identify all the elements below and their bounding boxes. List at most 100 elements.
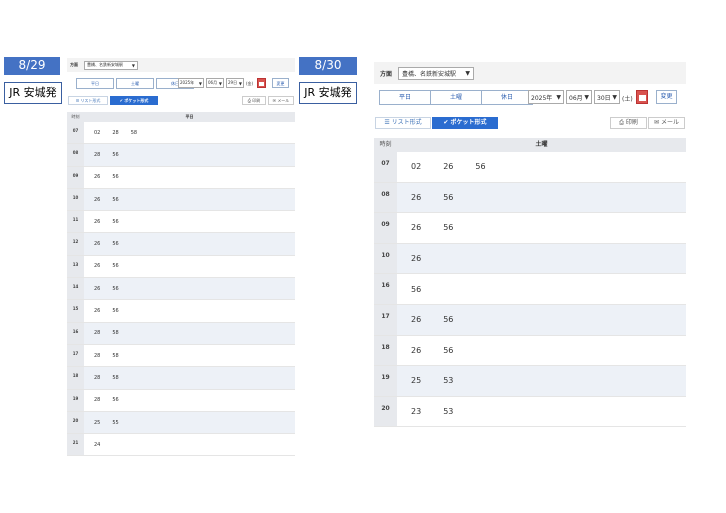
hour-cell: 08 — [67, 144, 84, 166]
year-select[interactable]: 2025年 ▼ — [178, 78, 204, 88]
day-select[interactable]: 29日 ▼ — [226, 78, 244, 88]
departure-minute: 26 — [94, 263, 101, 270]
direction-select[interactable]: 豊橋、名鉄新安城駅 ▼ — [398, 66, 475, 80]
month-select[interactable]: 06月 ▼ — [206, 78, 224, 88]
list-tab-label: リスト形式 — [391, 119, 422, 126]
direction-select[interactable]: 豊橋、名鉄新安城駅 ▼ — [84, 60, 138, 70]
table-row: 16 28 58 — [67, 322, 295, 345]
mail-button[interactable]: ✉ メール — [648, 117, 685, 129]
departure-minute: 25 — [94, 419, 101, 426]
direction-row: 方面 豊橋、名鉄新安城駅 ▼ — [374, 62, 686, 84]
weekday-button[interactable]: 平日 — [379, 90, 431, 105]
departure-minute: 58 — [112, 352, 119, 359]
hour-cell: 20 — [374, 396, 397, 427]
hour-cell: 14 — [67, 278, 84, 300]
minutes-cell: 24 — [84, 434, 100, 455]
calendar-icon[interactable] — [636, 90, 648, 104]
hour-cell: 21 — [67, 434, 84, 456]
minutes-cell: 02 28 58 — [84, 122, 137, 143]
table-row: 19 28 56 — [67, 389, 295, 412]
table-row: 09 26 56 — [374, 213, 686, 244]
caret-down-icon: ▼ — [218, 80, 222, 86]
mail-icon: ✉ — [272, 98, 277, 103]
month-value: 06月 — [208, 80, 218, 85]
hour-cell: 18 — [374, 335, 397, 366]
list-format-tab[interactable]: ☰ リスト形式 — [68, 96, 108, 105]
station-label-left: JR 安城発 — [4, 82, 62, 104]
caret-down-icon: ▼ — [198, 80, 202, 86]
table-row: 20 25 55 — [67, 411, 295, 435]
table-row: 10 26 56 — [67, 188, 295, 212]
minutes-cell: 26 56 — [84, 300, 119, 321]
timetable-panel-left: 方面 豊橋、名鉄新安城駅 ▼ 平日 土曜 休日 2025年 ▼ 06月 ▼ 29日 ▼… — [67, 58, 295, 458]
mail-icon: ✉ — [654, 119, 660, 126]
weekday-button[interactable]: 平日 — [76, 78, 114, 89]
departure-minute: 56 — [443, 223, 454, 233]
change-button[interactable]: 変更 — [272, 78, 289, 88]
timetable-body: 07 02 28 58 08 28 56 09 26 56 10 26 56 11 26 56 12 26 56 13… — [67, 122, 295, 457]
direction-value: 豊橋、名鉄新安城駅 — [87, 62, 123, 67]
minutes-cell: 26 56 — [84, 167, 119, 188]
pocket-format-tab[interactable]: ✔ ポケット形式 — [110, 96, 158, 105]
minutes-cell: 26 56 — [397, 305, 453, 335]
weekday-text: (金) — [246, 81, 254, 86]
table-row: 11 26 56 — [67, 211, 295, 234]
table-row: 09 26 56 — [67, 166, 295, 189]
caret-down-icon: ▼ — [612, 93, 617, 101]
hour-cell: 10 — [67, 188, 84, 211]
table-row: 07 02 26 56 — [374, 152, 686, 183]
print-button[interactable]: ⎙ 印刷 — [242, 96, 266, 105]
departure-minute: 56 — [112, 196, 119, 203]
calendar-icon[interactable] — [257, 78, 266, 88]
table-row: 08 28 56 — [67, 144, 295, 167]
saturday-button[interactable]: 土曜 — [116, 78, 154, 89]
hour-cell: 20 — [67, 411, 84, 434]
saturday-button[interactable]: 土曜 — [430, 90, 482, 105]
departure-minute: 02 — [411, 162, 422, 172]
departure-minute: 02 — [94, 129, 101, 136]
departure-minute: 56 — [112, 174, 119, 181]
departure-minute: 26 — [94, 196, 101, 203]
check-icon: ✔ — [443, 119, 449, 126]
minutes-cell: 26 56 — [84, 256, 119, 277]
print-button[interactable]: ⎙ 印刷 — [610, 117, 647, 129]
departure-minute: 53 — [443, 407, 454, 417]
day-select[interactable]: 30日 ▼ — [594, 90, 620, 104]
hour-cell: 19 — [67, 389, 84, 411]
hour-cell: 11 — [67, 211, 84, 233]
printer-icon: ⎙ — [247, 98, 251, 103]
hour-cell: 07 — [374, 152, 397, 182]
list-format-tab[interactable]: ☰ リスト形式 — [375, 117, 431, 129]
print-label: 印刷 — [625, 119, 638, 126]
table-row: 17 28 58 — [67, 344, 295, 368]
hour-cell: 16 — [374, 274, 397, 304]
mail-label: メール — [660, 119, 679, 126]
year-value: 2025年 — [531, 94, 553, 102]
caret-down-icon: ▼ — [584, 93, 589, 101]
table-row: 21 24 — [67, 434, 295, 457]
pocket-format-tab[interactable]: ✔ ポケット形式 — [432, 117, 498, 129]
departure-minute: 56 — [112, 241, 119, 248]
timetable-header: 時刻 土曜 — [374, 138, 686, 152]
year-select[interactable]: 2025年 ▼ — [528, 90, 564, 104]
mail-button[interactable]: ✉ メール — [268, 96, 294, 105]
direction-label: 方面 — [380, 70, 393, 78]
hour-cell: 15 — [67, 300, 84, 322]
timetable-body: 07 02 26 56 08 26 56 09 26 56 10 26 16 56 17 26 56 18 26 56… — [374, 152, 686, 428]
holiday-button[interactable]: 休日 — [481, 90, 533, 105]
minutes-cell: 02 26 56 — [397, 152, 486, 182]
date-badge-left: 8/29 — [4, 57, 60, 75]
table-row: 12 26 56 — [67, 233, 295, 256]
month-select[interactable]: 06月 ▼ — [566, 90, 592, 104]
weekday-text: (土) — [622, 96, 633, 103]
change-button[interactable]: 変更 — [656, 90, 677, 104]
hour-cell: 08 — [374, 182, 397, 213]
year-value: 2025年 — [180, 80, 195, 85]
minutes-cell: 56 — [397, 274, 421, 304]
day-header: 平日 — [185, 114, 194, 119]
printer-icon: ⎙ — [619, 119, 624, 126]
departure-minute: 26 — [94, 241, 101, 248]
table-row: 10 26 — [374, 243, 686, 275]
table-row: 07 02 28 58 — [67, 122, 295, 145]
pocket-tab-label: ポケット形式 — [450, 119, 487, 126]
